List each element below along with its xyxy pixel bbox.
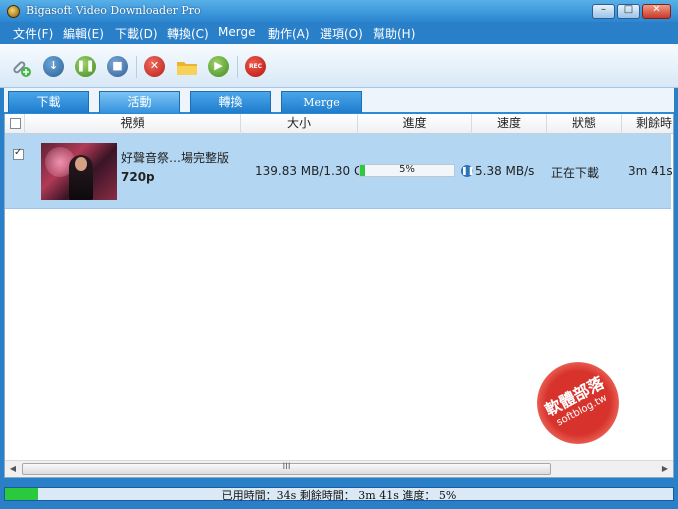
minimize-icon: – — [601, 4, 606, 15]
table-row[interactable]: 好聲音祭…場完整版 720p 139.83 MB/1.30 GB 5% ❚❚ 5… — [5, 134, 673, 209]
video-title: 好聲音祭…場完整版 — [121, 151, 230, 165]
table-header: 視頻 大小 進度 速度 狀態 剩餘時間 — [5, 114, 673, 134]
tab-strip: 下載 活動 轉換 Merge — [4, 88, 674, 114]
stop-icon: ■ — [112, 59, 123, 72]
menu-help[interactable]: 幫助(H) — [373, 25, 415, 42]
select-all-checkbox[interactable] — [10, 118, 21, 129]
maximize-button[interactable]: □ — [617, 4, 640, 19]
maximize-icon: □ — [623, 4, 634, 15]
close-icon: ✕ — [652, 4, 661, 15]
download-list: 視頻 大小 進度 速度 狀態 剩餘時間 好聲音祭…場完整版 720p 139.8… — [4, 114, 674, 478]
watermark-badge: 軟體部落 softblog.tw — [522, 347, 634, 459]
toolbar: ↓ ❚❚ ■ ✕ ▶ REC — [0, 44, 678, 88]
delete-icon: ✕ — [149, 59, 160, 72]
status-bar: 已用時間：34s 剩餘時間： 3m 41s 進度： 5% — [0, 480, 678, 509]
column-speed[interactable]: 速度 — [472, 114, 547, 134]
open-folder-button[interactable] — [176, 56, 197, 77]
video-size: 139.83 MB/1.30 GB — [255, 164, 372, 178]
toolbar-separator — [136, 56, 137, 78]
tab-active[interactable]: 活動 — [99, 91, 180, 113]
column-progress[interactable]: 進度 — [358, 114, 472, 134]
download-speed: 5.38 MB/s — [475, 164, 535, 178]
app-icon — [7, 5, 20, 18]
status-text: 已用時間：34s 剩餘時間： 3m 41s 進度： 5% — [221, 489, 457, 502]
scroll-grip: III — [282, 462, 291, 472]
download-status: 正在下載 — [551, 166, 600, 180]
row-progress-bar: 5% — [359, 164, 455, 177]
pause-button[interactable]: ❚❚ — [75, 56, 96, 77]
row-pause-icon[interactable]: ❚❚ — [461, 165, 474, 177]
pause-icon: ❚❚ — [76, 59, 95, 72]
remaining-time: 3m 41s — [628, 164, 673, 178]
title-bar: Bigasoft Video Downloader Pro – □ ✕ — [0, 0, 678, 22]
play-button[interactable]: ▶ — [208, 56, 229, 77]
folder-icon — [177, 62, 197, 75]
menu-options[interactable]: 選項(O) — [320, 25, 363, 42]
column-status[interactable]: 狀態 — [547, 114, 622, 134]
menu-edit[interactable]: 編輯(E) — [63, 25, 104, 42]
add-link-icon — [13, 61, 31, 77]
stop-button[interactable]: ■ — [107, 56, 128, 77]
column-remaining[interactable]: 剩餘時間 — [622, 114, 673, 134]
menu-convert[interactable]: 轉換(C) — [167, 25, 209, 42]
column-size[interactable]: 大小 — [241, 114, 358, 134]
select-all-header[interactable] — [5, 114, 25, 134]
menu-merge[interactable]: Merge — [218, 25, 255, 39]
menu-action[interactable]: 動作(A) — [268, 25, 310, 42]
menu-bar: 文件(F) 編輯(E) 下載(D) 轉換(C) Merge 動作(A) 選項(O… — [0, 22, 678, 44]
column-video[interactable]: 視頻 — [25, 114, 241, 134]
scroll-thumb[interactable]: III — [22, 462, 551, 475]
video-quality: 720p — [121, 170, 155, 184]
menu-download[interactable]: 下載(D) — [115, 25, 158, 42]
tab-merge[interactable]: Merge — [281, 91, 362, 113]
scroll-right-icon[interactable]: ▶ — [657, 461, 673, 477]
toolbar-separator — [237, 56, 238, 78]
video-thumbnail — [41, 143, 117, 200]
row-checkbox[interactable] — [13, 147, 24, 160]
minimize-button[interactable]: – — [592, 4, 615, 19]
play-icon: ▶ — [214, 59, 223, 72]
scroll-left-icon[interactable]: ◀ — [5, 461, 21, 477]
menu-file[interactable]: 文件(F) — [13, 25, 53, 42]
horizontal-scrollbar[interactable]: ◀ III ▶ — [5, 460, 673, 477]
tab-download[interactable]: 下載 — [8, 91, 89, 113]
row-progress-label: 5% — [399, 164, 415, 175]
download-button[interactable]: ↓ — [43, 56, 64, 77]
record-icon: REC — [248, 63, 263, 70]
add-link-button[interactable] — [10, 56, 31, 77]
record-button[interactable]: REC — [245, 56, 266, 77]
download-icon: ↓ — [48, 59, 59, 72]
close-button[interactable]: ✕ — [642, 4, 671, 19]
tab-convert[interactable]: 轉換 — [190, 91, 271, 113]
delete-button[interactable]: ✕ — [144, 56, 165, 77]
window-title: Bigasoft Video Downloader Pro — [26, 4, 201, 17]
